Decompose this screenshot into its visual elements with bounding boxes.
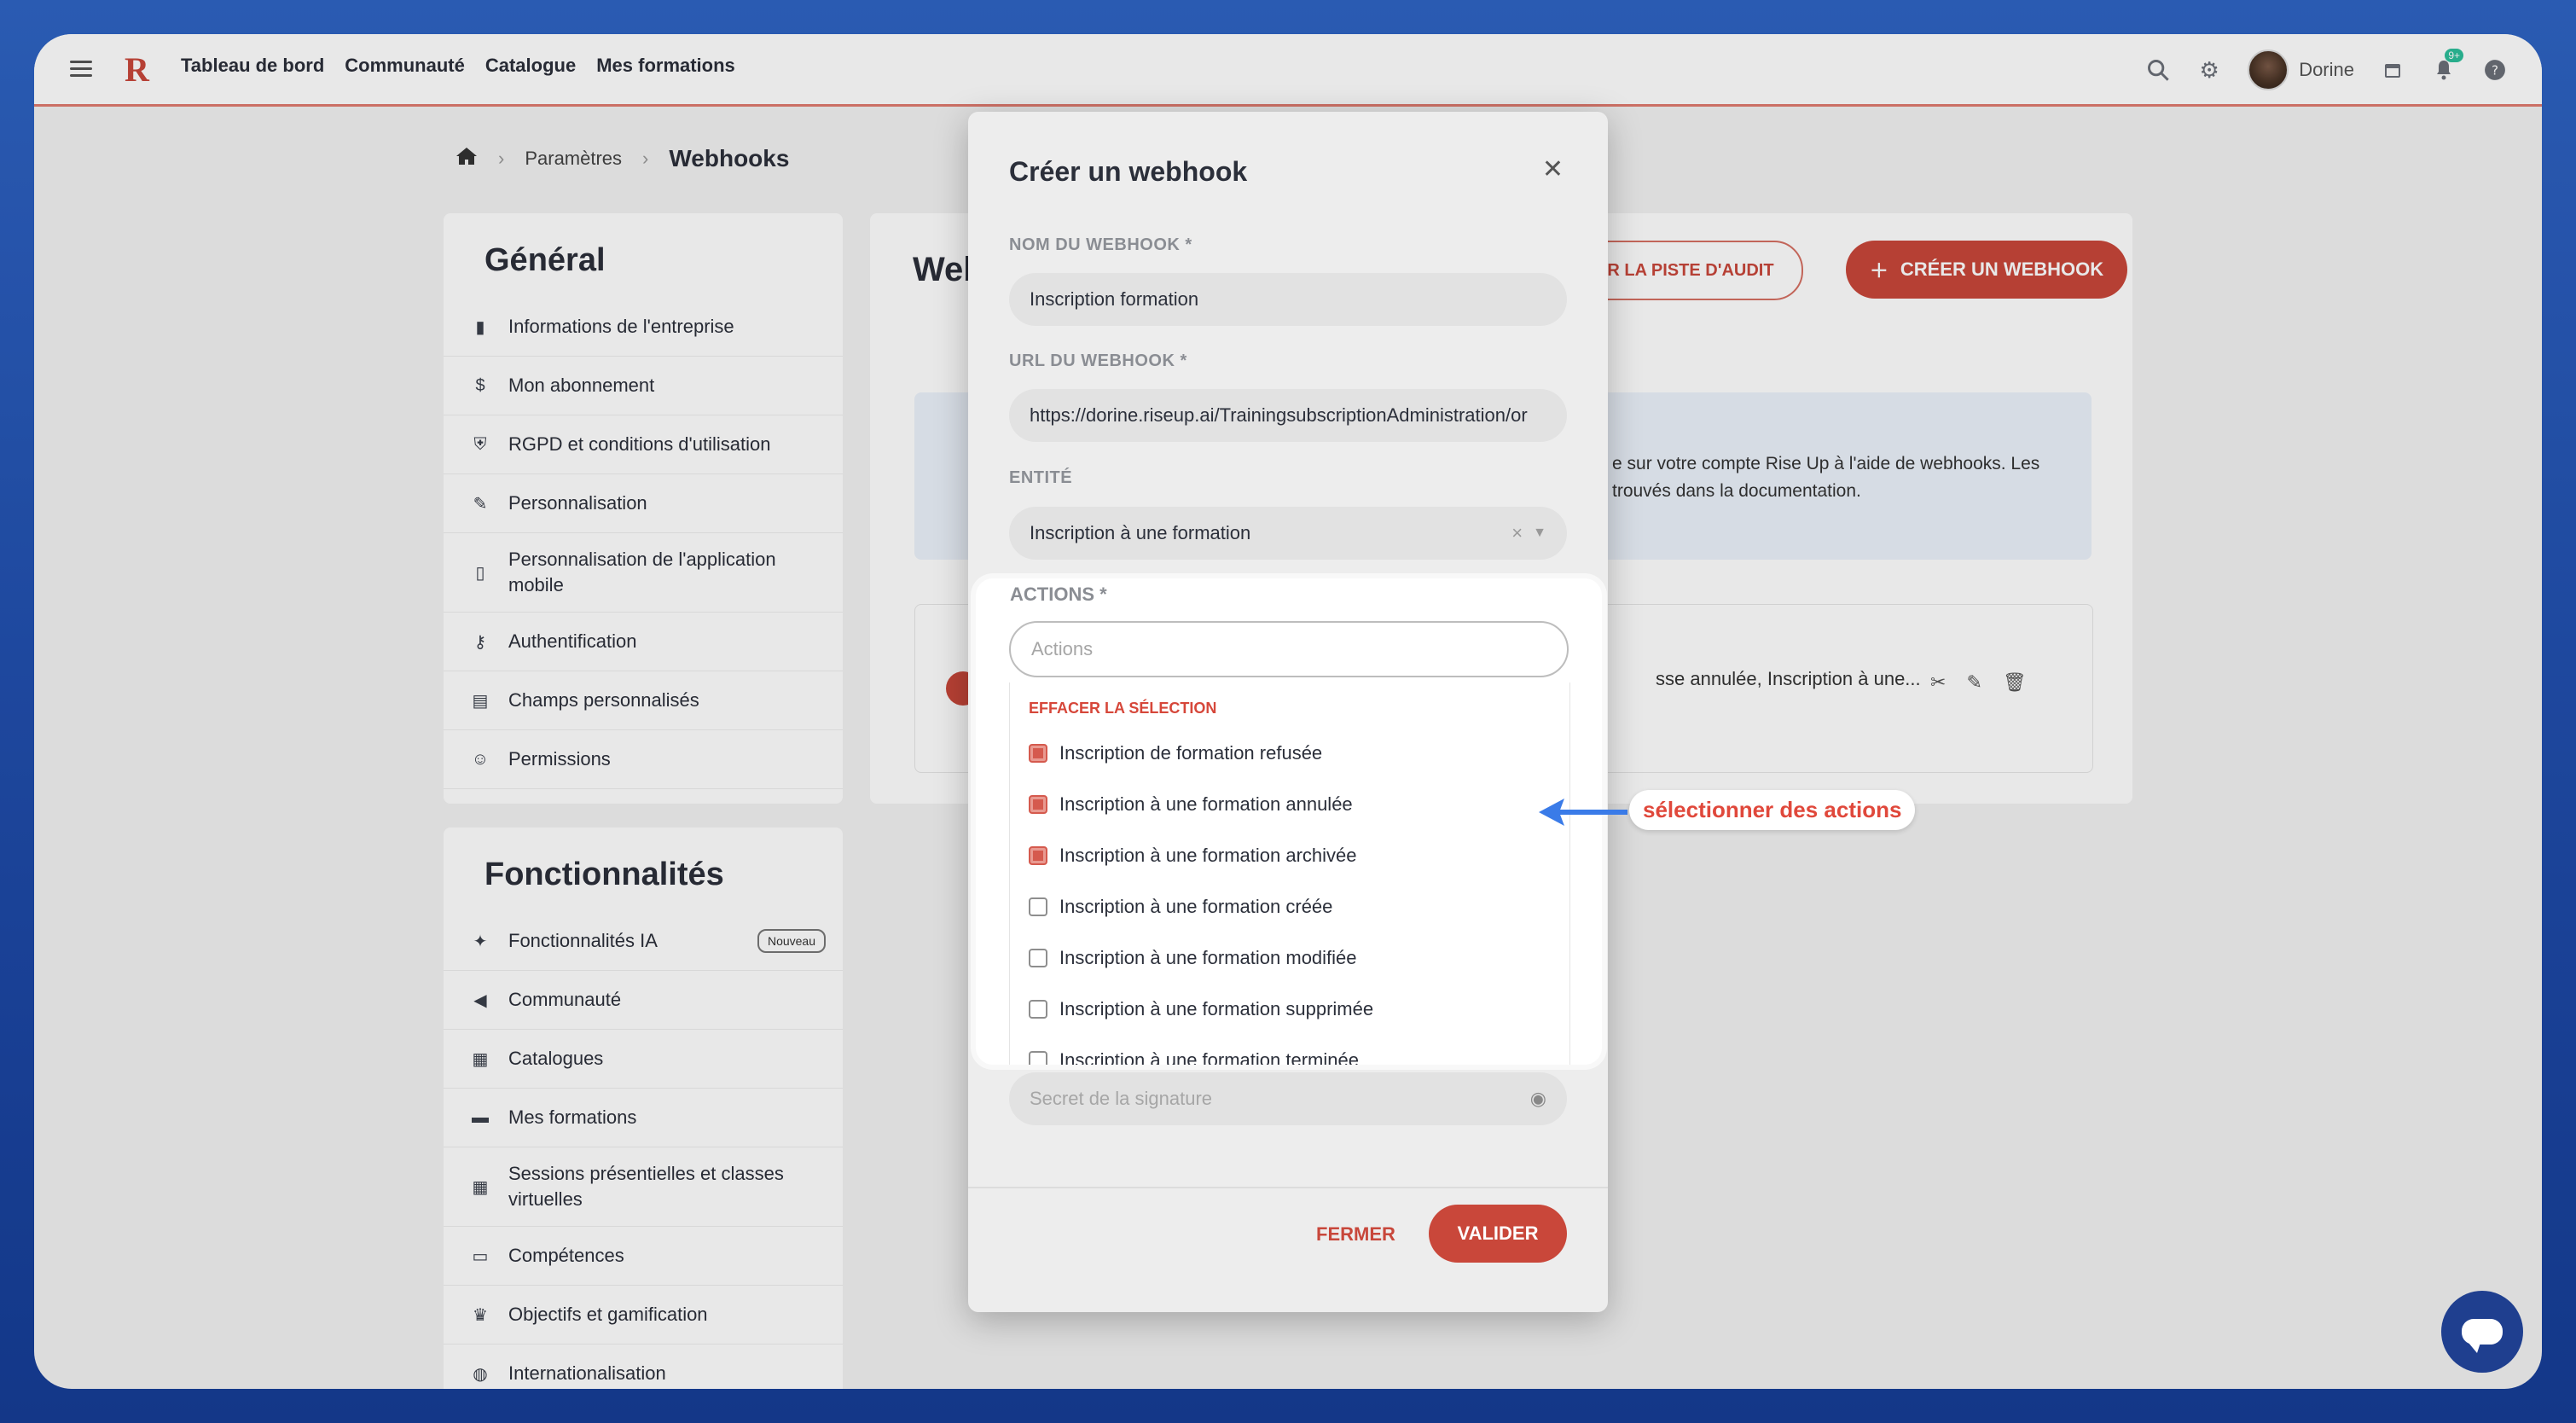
chat-button[interactable] [2441, 1291, 2523, 1373]
checkbox[interactable] [1029, 744, 1047, 763]
action-option[interactable]: Inscription à une formation créée [1029, 896, 1332, 918]
action-option[interactable]: Inscription à une formation archivée [1029, 845, 1357, 867]
action-option[interactable]: Inscription de formation refusée [1029, 742, 1322, 764]
checkbox[interactable] [1029, 897, 1047, 916]
footer-divider [968, 1187, 1608, 1188]
clear-icon[interactable]: × [1511, 522, 1523, 544]
checkbox[interactable] [1029, 1051, 1047, 1065]
annotation-arrow-icon [1539, 799, 1627, 826]
signature-secret-input[interactable]: Secret de la signature ◉ [1009, 1072, 1567, 1125]
checkbox[interactable] [1029, 949, 1047, 967]
entity-select[interactable]: Inscription à une formation × ▼ [1009, 507, 1567, 560]
eye-icon[interactable]: ◉ [1530, 1088, 1546, 1110]
webhook-name-input[interactable]: Inscription formation [1009, 273, 1567, 326]
action-option[interactable]: Inscription à une formation annulée [1029, 793, 1353, 816]
action-option[interactable]: Inscription à une formation supprimée [1029, 998, 1373, 1020]
action-option[interactable]: Inscription à une formation terminée [1029, 1049, 1359, 1065]
webhook-url-label: URL DU WEBHOOK * [1009, 351, 1187, 370]
submit-button[interactable]: VALIDER [1429, 1205, 1567, 1263]
webhook-name-label: NOM DU WEBHOOK * [1009, 235, 1192, 254]
dialog-title: Créer un webhook [1009, 156, 1248, 187]
checkbox[interactable] [1029, 795, 1047, 814]
actions-dropdown: EFFACER LA SÉLECTION Inscription de form… [1009, 682, 1570, 1065]
actions-multiselect-input[interactable]: Actions [1009, 621, 1569, 677]
chevron-down-icon[interactable]: ▼ [1533, 526, 1546, 541]
webhook-url-input[interactable]: https://dorine.riseup.ai/Trainingsubscri… [1009, 389, 1567, 442]
close-button[interactable]: FERMER [1316, 1223, 1395, 1246]
clear-selection-button[interactable]: EFFACER LA SÉLECTION [1029, 700, 1216, 717]
close-icon[interactable]: ✕ [1542, 154, 1564, 184]
actions-field-highlight: ACTIONS * Actions EFFACER LA SÉLECTION I… [976, 578, 1602, 1065]
checkbox[interactable] [1029, 1000, 1047, 1019]
annotation-label: sélectionner des actions [1629, 790, 1916, 830]
actions-label: ACTIONS * [1010, 584, 1107, 605]
entity-label: ENTITÉ [1009, 468, 1073, 487]
chat-bubble-icon [2462, 1319, 2503, 1353]
checkbox[interactable] [1029, 846, 1047, 865]
action-option[interactable]: Inscription à une formation modifiée [1029, 947, 1357, 969]
